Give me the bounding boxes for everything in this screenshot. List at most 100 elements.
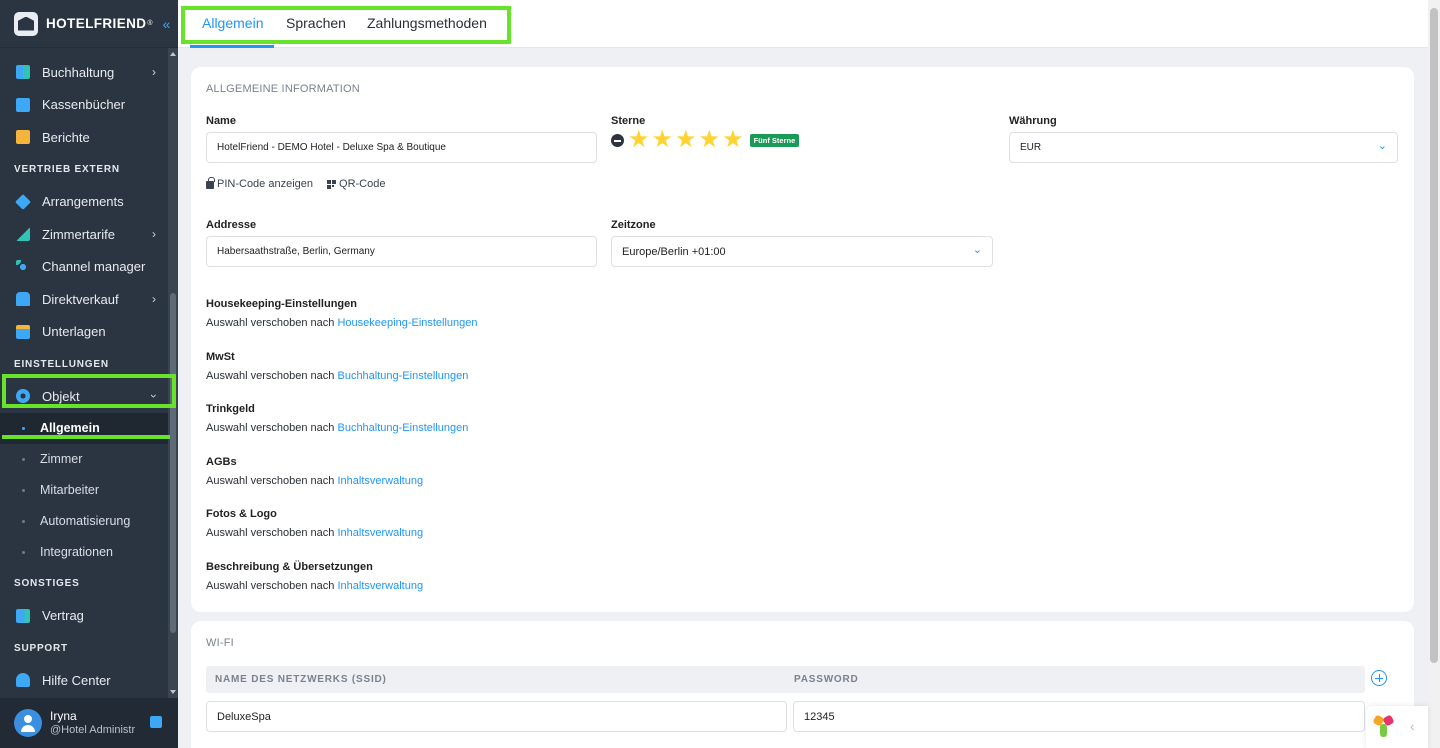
content-management-link[interactable]: Inhaltsverwaltung: [337, 527, 423, 539]
tab-allgemein[interactable]: Allgemein: [202, 15, 263, 31]
sidebar-item-kassenbuecher[interactable]: Kassenbücher: [0, 89, 168, 122]
star-icon[interactable]: ★: [675, 128, 697, 152]
setting-text-prefix: Auswahl verschoben nach: [206, 475, 335, 487]
setting-text-prefix: Auswahl verschoben nach: [206, 370, 335, 382]
sidebar-scrollbar[interactable]: [168, 48, 178, 698]
user-name: Iryna: [50, 709, 77, 723]
user-profile[interactable]: Iryna @Hotel Administr: [0, 698, 178, 748]
star-icon[interactable]: ★: [652, 128, 674, 152]
gear-icon: [16, 389, 30, 404]
content-management-link[interactable]: Inhaltsverwaltung: [337, 580, 423, 592]
page-scrollbar-thumb[interactable]: [1430, 8, 1438, 663]
star-rating[interactable]: ★ ★ ★ ★ ★ Fünf Sterne: [611, 128, 800, 152]
setting-text: Auswahl verschoben nach Inhaltsverwaltun…: [206, 475, 423, 487]
star-icon[interactable]: ★: [699, 128, 721, 152]
sidebar-item-vertrag[interactable]: Vertrag: [0, 600, 168, 633]
ssid-column-header: NAME DES NETZWERKS (SSID): [215, 674, 387, 685]
sidebar-subitem-automatisierung[interactable]: Automatisierung: [0, 506, 168, 537]
accounting-settings-link[interactable]: Buchhaltung-Einstellungen: [337, 422, 468, 434]
setting-text: Auswahl verschoben nach Buchhaltung-Eins…: [206, 370, 468, 382]
grid-icon: [16, 65, 30, 80]
logout-icon[interactable]: [150, 716, 162, 728]
section-einstellungen: EINSTELLUNGEN: [14, 358, 109, 370]
avatar[interactable]: [14, 709, 42, 737]
phone-icon: [16, 292, 30, 307]
bullet-icon: [22, 488, 25, 492]
brand-name: HOTELFRIEND: [46, 16, 147, 31]
tab-zahlungsmethoden[interactable]: Zahlungsmethoden: [367, 15, 487, 31]
pin-code-link[interactable]: PIN-Code anzeigen: [206, 177, 314, 190]
bullet-icon: [22, 550, 25, 554]
currency-select[interactable]: EUR: [1009, 132, 1398, 163]
chart-icon: [16, 227, 30, 242]
setting-title: Beschreibung & Übersetzungen: [206, 561, 373, 573]
sidebar-item-hilfe-center[interactable]: Hilfe Center: [0, 664, 168, 697]
chevron-right-icon: ›: [152, 65, 156, 80]
sidebar-subitem-mitarbeiter[interactable]: Mitarbeiter: [0, 475, 168, 506]
section-sonstiges: SONSTIGES: [14, 578, 80, 589]
wifi-card: WI-FI NAME DES NETZWERKS (SSID) PASSWORD…: [191, 621, 1414, 748]
wifi-table-header: NAME DES NETZWERKS (SSID) PASSWORD: [206, 666, 1365, 693]
password-input[interactable]: 12345: [793, 701, 1365, 732]
sidebar-item-buchhaltung[interactable]: Buchhaltung ›: [0, 56, 168, 89]
sidebar-item-unterlagen[interactable]: Unterlagen: [0, 316, 168, 349]
sidebar-item-zimmertarife[interactable]: Zimmertarife ›: [0, 218, 168, 251]
scroll-down-icon[interactable]: [170, 690, 176, 694]
tab-sprachen[interactable]: Sprachen: [286, 15, 346, 31]
accounting-settings-link[interactable]: Buchhaltung-Einstellungen: [337, 370, 468, 382]
qr-code-label: QR-Code: [339, 178, 386, 190]
star-icon[interactable]: ★: [628, 128, 650, 152]
sidebar-item-direktverkauf[interactable]: Direktverkauf ›: [0, 283, 168, 316]
chevron-left-icon[interactable]: ‹: [1410, 718, 1415, 734]
scroll-up-icon[interactable]: [170, 52, 176, 56]
setting-text: Auswahl verschoben nach Buchhaltung-Eins…: [206, 422, 468, 434]
page-scrollbar[interactable]: [1428, 0, 1440, 748]
chevron-right-icon: ›: [152, 292, 156, 307]
user-role: @Hotel Administr: [50, 724, 136, 736]
star-icon[interactable]: ★: [722, 128, 744, 152]
address-label: Addresse: [206, 219, 257, 231]
sidebar-item-objekt[interactable]: Objekt ›: [0, 380, 168, 413]
sidebar-subitem-label: Automatisierung: [40, 514, 131, 528]
sidebar-subitem-zimmer[interactable]: Zimmer: [0, 444, 168, 475]
address-input[interactable]: Habersaathstraße, Berlin, Germany: [206, 236, 597, 267]
sidebar-nav: Buchhaltung › Kassenbücher Berichte VERT…: [0, 56, 168, 697]
sidebar-subitem-integrationen[interactable]: Integrationen: [0, 537, 168, 568]
bullet-icon: [22, 519, 25, 523]
trinkgeld-setting: Trinkgeld Auswahl verschoben nach Buchha…: [206, 403, 468, 434]
help-icon: [16, 673, 30, 688]
pin-code-label: PIN-Code anzeigen: [217, 178, 314, 190]
sidebar-subitem-label: Mitarbeiter: [40, 483, 100, 497]
setting-text: Auswahl verschoben nach Inhaltsverwaltun…: [206, 580, 423, 592]
helper-widget[interactable]: ‹: [1366, 706, 1428, 748]
minus-circle-icon[interactable]: [611, 133, 624, 147]
sidebar-subitem-allgemein[interactable]: Allgemein: [0, 412, 168, 444]
timezone-select[interactable]: Europe/Berlin +01:00: [611, 236, 993, 267]
assistant-logo-icon[interactable]: [1372, 714, 1395, 738]
add-wifi-icon[interactable]: [1371, 670, 1387, 686]
qr-code-link[interactable]: QR-Code: [327, 178, 385, 190]
sidebar-item-label: Zimmertarife: [42, 226, 115, 242]
content-management-link[interactable]: Inhaltsverwaltung: [337, 475, 423, 487]
network-icon: [16, 259, 30, 274]
wifi-section-title: WI-FI: [206, 637, 234, 649]
brand-header: HOTELFRIEND ® «: [0, 0, 178, 48]
ssid-input[interactable]: DeluxeSpa: [206, 701, 787, 732]
sidebar-subitem-label: Allgemein: [40, 421, 100, 435]
setting-title: MwSt: [206, 351, 235, 363]
sidebar-item-arrangements[interactable]: Arrangements: [0, 186, 168, 219]
sidebar-item-berichte[interactable]: Berichte: [0, 121, 168, 154]
sidebar-item-label: Buchhaltung: [42, 64, 115, 80]
setting-text-prefix: Auswahl verschoben nach: [206, 527, 335, 539]
mwst-setting: MwSt Auswahl verschoben nach Buchhaltung…: [206, 351, 468, 382]
sidebar-item-label: Kassenbücher: [42, 97, 126, 113]
scrollbar-thumb[interactable]: [170, 293, 176, 633]
sidebar: HOTELFRIEND ® « Buchhaltung › Kassenbüche…: [0, 0, 178, 748]
sidebar-item-label: Hilfe Center: [42, 672, 111, 688]
sidebar-item-channel-manager[interactable]: Channel manager: [0, 251, 168, 284]
collapse-sidebar-icon[interactable]: «: [163, 16, 171, 32]
tag-icon: [15, 193, 31, 210]
housekeeping-settings-link[interactable]: Housekeeping-Einstellungen: [337, 317, 477, 329]
name-input[interactable]: HotelFriend - DEMO Hotel - Deluxe Spa & …: [206, 132, 597, 163]
book-icon: [16, 97, 30, 112]
